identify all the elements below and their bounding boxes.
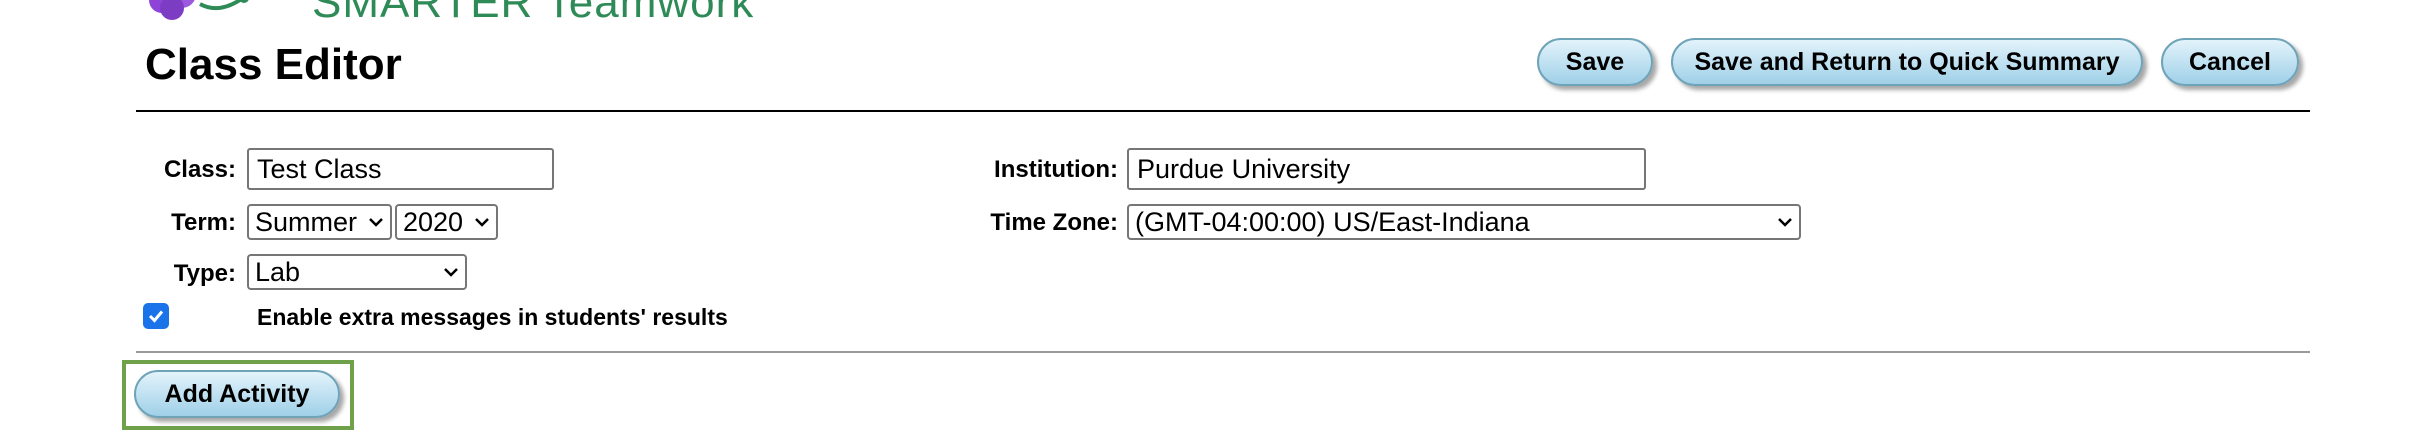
molecule-logo-icon	[149, 0, 249, 20]
timezone-select-value: (GMT-04:00:00) US/East-Indiana	[1135, 206, 1530, 237]
save-button[interactable]: Save	[1537, 38, 1653, 86]
extra-messages-label: Enable extra messages in students' resul…	[257, 304, 728, 330]
institution-input-value: Purdue University	[1137, 153, 1351, 184]
term-select-value: Summer	[255, 206, 358, 237]
chevron-down-icon	[475, 218, 489, 227]
chevron-down-icon	[444, 268, 458, 277]
section-divider	[136, 351, 2310, 353]
term-select[interactable]: Summer	[247, 204, 392, 240]
class-input[interactable]: Test Class	[247, 148, 554, 190]
year-select[interactable]: 2020	[395, 204, 498, 240]
timezone-label: Time Zone:	[990, 209, 1118, 236]
timezone-select[interactable]: (GMT-04:00:00) US/East-Indiana	[1127, 204, 1801, 240]
cancel-button[interactable]: Cancel	[2161, 38, 2299, 86]
year-select-value: 2020	[403, 206, 464, 237]
type-label: Type:	[173, 260, 236, 287]
logo-text: SMARTER Teamwork	[312, 0, 755, 27]
checkmark-icon	[148, 310, 164, 323]
type-select-value: Lab	[255, 256, 301, 287]
type-select[interactable]: Lab	[247, 254, 467, 290]
extra-messages-checkbox[interactable]	[143, 303, 169, 329]
class-label: Class:	[163, 156, 236, 183]
add-activity-button[interactable]: Add Activity	[134, 370, 340, 418]
institution-label: Institution:	[994, 156, 1118, 183]
term-label: Term:	[171, 209, 236, 236]
chevron-down-icon	[1778, 218, 1792, 227]
save-and-return-button[interactable]: Save and Return to Quick Summary	[1671, 38, 2143, 86]
page-title: Class Editor	[145, 40, 402, 89]
institution-input[interactable]: Purdue University	[1127, 148, 1646, 190]
chevron-down-icon	[369, 218, 383, 227]
header-divider	[136, 110, 2310, 112]
class-input-value: Test Class	[257, 153, 382, 184]
